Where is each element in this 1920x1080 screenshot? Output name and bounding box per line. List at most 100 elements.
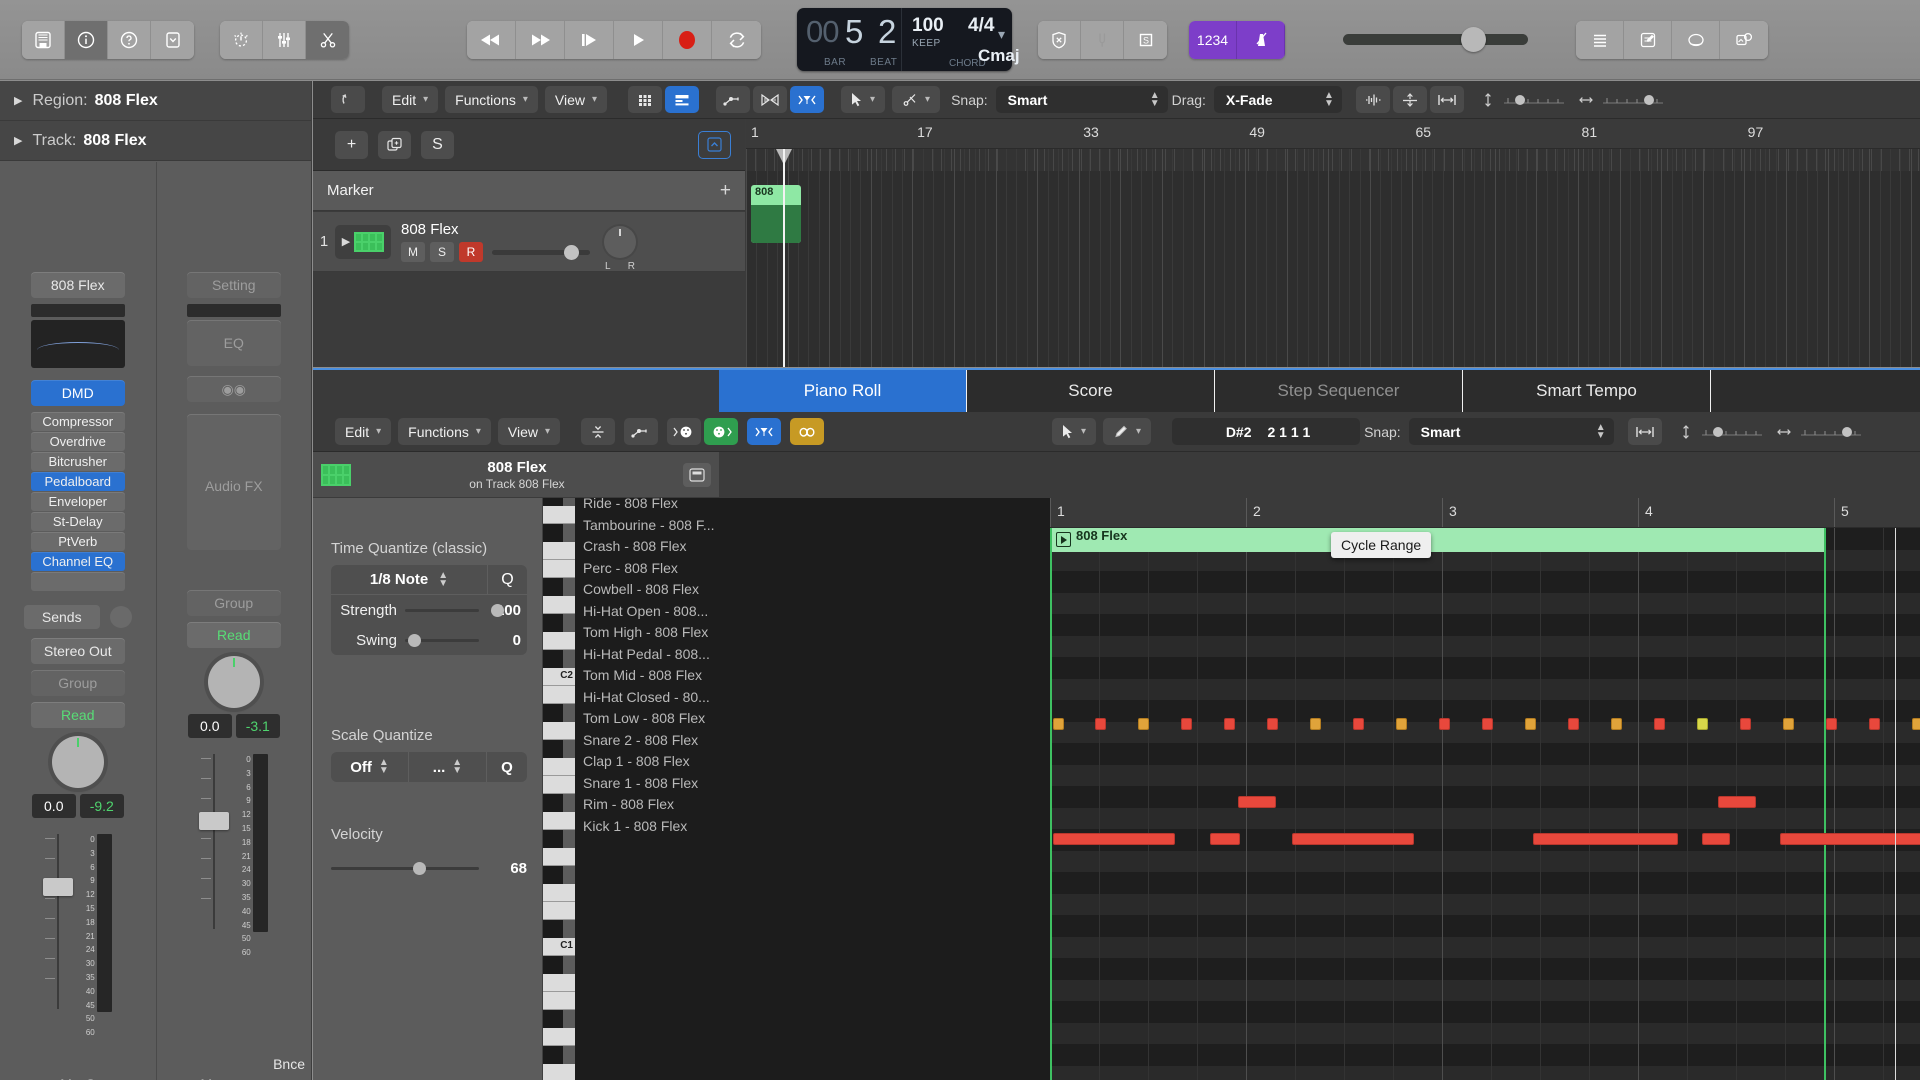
- tab-step-sequencer[interactable]: Step Sequencer: [1215, 370, 1463, 412]
- eq-display[interactable]: [30, 320, 125, 368]
- go-to-start-icon[interactable]: [565, 20, 614, 59]
- low-latency-shield-icon[interactable]: [1038, 20, 1081, 59]
- region-view-icon[interactable]: [683, 462, 711, 487]
- pan-value-2[interactable]: 0.0: [187, 714, 232, 738]
- lane-name[interactable]: Tambourine - 808 F...: [583, 516, 715, 534]
- time-quantize-dropdown[interactable]: 1/8 Note ▲ ▼: [331, 565, 487, 594]
- strength-slider-row[interactable]: Strength 100: [331, 595, 527, 625]
- piano-key-black[interactable]: [543, 920, 563, 938]
- lane-name[interactable]: Kick 1 - 808 Flex: [583, 817, 687, 835]
- volume-value[interactable]: -9.2: [79, 794, 124, 818]
- lcd-display[interactable]: 00 5 2 BAR BEAT 100 KEEP 4/4 CHORD Cmaj …: [797, 8, 1020, 71]
- arrange-ruler[interactable]: 1 17 33 49 65 81 97: [746, 119, 1920, 149]
- insert-slot-bitcrusher[interactable]: Bitcrusher: [30, 452, 125, 471]
- track-mute-button[interactable]: M: [401, 242, 425, 262]
- midi-note-hihat[interactable]: [1267, 718, 1278, 730]
- chevron-down-icon[interactable]: ▾: [998, 26, 1005, 43]
- piano-key-white[interactable]: [543, 560, 575, 578]
- piano-key-black[interactable]: [543, 740, 563, 758]
- midi-note-snare[interactable]: [1718, 796, 1756, 808]
- waveform-zoom-icon[interactable]: [1355, 86, 1390, 113]
- output-slot[interactable]: Stereo Out: [30, 638, 125, 664]
- note-lane-row[interactable]: [1050, 614, 1920, 636]
- eq-preset-button[interactable]: DMD: [30, 380, 125, 406]
- piano-key-white[interactable]: [543, 902, 575, 920]
- midi-note-hihat[interactable]: [1912, 718, 1920, 730]
- lane-name[interactable]: Cowbell - 808 Flex: [583, 580, 699, 598]
- strength-track[interactable]: [405, 603, 504, 617]
- smart-controls-icon[interactable]: [220, 20, 263, 59]
- catch-playhead-icon[interactable]: [790, 86, 825, 113]
- note-lane-row[interactable]: [1050, 786, 1920, 808]
- menu-functions[interactable]: Functions ▾: [445, 86, 538, 113]
- region-bar[interactable]: 808 Flex: [1050, 528, 1824, 552]
- piano-key-white[interactable]: [543, 776, 575, 794]
- piano-key-white[interactable]: [543, 974, 575, 992]
- piano-key-black[interactable]: [543, 498, 563, 506]
- vertical-zoom-slider[interactable]: [1481, 92, 1568, 108]
- piano-key-black[interactable]: [543, 830, 563, 848]
- track-solo-button[interactable]: S: [430, 242, 454, 262]
- piano-key-white[interactable]: [543, 722, 575, 740]
- scale-quantize-q-button[interactable]: Q: [487, 752, 527, 782]
- audio-fx-slot[interactable]: Audio FX: [186, 414, 281, 550]
- vertical-auto-zoom-icon[interactable]: [1392, 86, 1427, 113]
- piano-key-white[interactable]: [543, 1064, 575, 1080]
- instrument-slot[interactable]: 808 Flex: [30, 272, 125, 298]
- volume-value-2[interactable]: -3.1: [235, 714, 280, 738]
- grid-cells-icon[interactable]: [628, 86, 663, 113]
- media-browser-icon[interactable]: [1720, 20, 1768, 59]
- track-stack-icon[interactable]: [665, 86, 700, 113]
- snap-dropdown[interactable]: Smart ▲ ▼: [995, 86, 1168, 113]
- midi-note-hihat[interactable]: [1869, 718, 1880, 730]
- piano-key-black[interactable]: [543, 1010, 563, 1028]
- lcd-position[interactable]: 00 5 2 BAR BEAT: [797, 8, 902, 71]
- piano-key-black[interactable]: [543, 866, 563, 884]
- insert-slot-overdrive[interactable]: Overdrive: [30, 432, 125, 451]
- midi-note-hihat[interactable]: [1181, 718, 1192, 730]
- master-volume-slider[interactable]: [1343, 26, 1528, 52]
- menu-view[interactable]: View ▾: [544, 86, 608, 113]
- note-lane-row[interactable]: [1050, 678, 1920, 700]
- note-lane-row[interactable]: [1050, 958, 1920, 980]
- quick-help-icon[interactable]: [108, 20, 151, 59]
- note-lane-row[interactable]: [1050, 571, 1920, 593]
- velocity-in-icon[interactable]: [704, 418, 739, 445]
- add-marker-icon[interactable]: +: [720, 180, 731, 202]
- strength-knob[interactable]: [491, 603, 504, 617]
- play-icon[interactable]: [614, 20, 663, 59]
- pr-menu-edit[interactable]: Edit ▾: [335, 418, 392, 445]
- piano-key-white[interactable]: C2: [543, 668, 575, 686]
- piano-key-black[interactable]: [543, 524, 563, 542]
- swing-track[interactable]: [405, 633, 479, 647]
- marker-track[interactable]: Marker +: [313, 171, 745, 211]
- piano-key-white[interactable]: [543, 506, 575, 524]
- midi-note-kick[interactable]: [1210, 833, 1240, 845]
- piano-key-white[interactable]: C1: [543, 938, 575, 956]
- note-lane-row[interactable]: [1050, 764, 1920, 786]
- midi-note-hihat[interactable]: [1654, 718, 1665, 730]
- note-lane-row[interactable]: [1050, 1044, 1920, 1066]
- note-lane-row[interactable]: [1050, 872, 1920, 894]
- lane-name[interactable]: Snare 1 - 808 Flex: [583, 774, 698, 792]
- midi-note-kick[interactable]: [1702, 833, 1730, 845]
- tab-smart-tempo[interactable]: Smart Tempo: [1463, 370, 1711, 412]
- piano-key-white[interactable]: [543, 542, 575, 560]
- tab-piano-roll[interactable]: Piano Roll: [719, 370, 967, 412]
- library-icon[interactable]: [22, 20, 65, 59]
- stereo-link-icon[interactable]: ◉◉: [186, 376, 281, 402]
- duplicate-track-icon[interactable]: [378, 130, 411, 159]
- midi-note-hihat[interactable]: [1482, 718, 1493, 730]
- solo-track-button[interactable]: S: [421, 130, 454, 159]
- cycle-icon[interactable]: [712, 20, 761, 59]
- note-lane-row[interactable]: [1050, 1065, 1920, 1080]
- mixer-icon[interactable]: [263, 20, 306, 59]
- fader-cap-2[interactable]: [198, 812, 229, 830]
- note-lane-row[interactable]: [1050, 1001, 1920, 1023]
- lane-name[interactable]: Hi-Hat Pedal - 808...: [583, 645, 710, 663]
- track-row[interactable]: 1 ▶ 808 Flex M S R L R: [313, 212, 745, 272]
- note-lane-row[interactable]: [1050, 592, 1920, 614]
- insert-slot-empty[interactable]: [30, 572, 125, 591]
- track-parameter-header[interactable]: ▶ Track: 808 Flex: [0, 121, 311, 161]
- region-header[interactable]: 808 Flex on Track 808 Flex: [313, 452, 719, 498]
